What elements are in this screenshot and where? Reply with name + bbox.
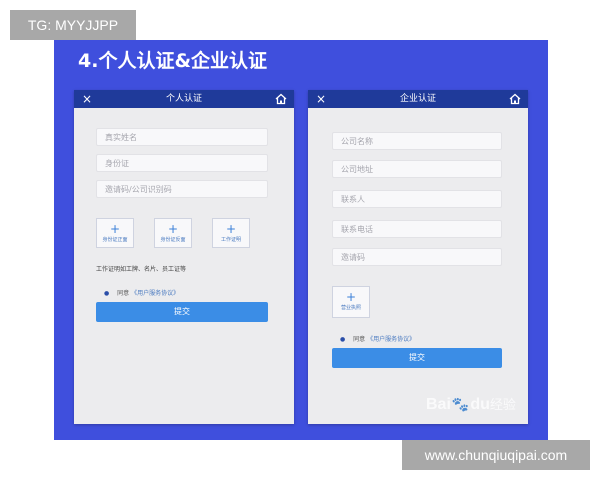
baidu-jingyan-text: 经验 [489, 397, 516, 412]
upload-id-back-button[interactable]: + 身份证反面 [154, 218, 192, 248]
paw-icon: 🐾 [451, 396, 470, 412]
home-icon[interactable] [275, 93, 287, 105]
slide-title: 4.个人认证&企业认证 [78, 50, 268, 72]
upload-caption: 营业执照 [340, 305, 361, 311]
agreement-link[interactable]: 《用户服务协议》 [131, 290, 179, 297]
contact-person-input[interactable]: 联系人 [332, 190, 502, 208]
real-name-input[interactable]: 真实姓名 [96, 128, 268, 146]
plus-icon: + [345, 290, 357, 304]
close-icon[interactable]: × [82, 90, 92, 108]
invite-code-input[interactable]: 邀请码 [332, 248, 502, 266]
tg-watermark-badge: TG: MYYJJPP [10, 10, 136, 40]
upload-business-license-button[interactable]: + 营业执照 [332, 286, 370, 318]
enterprise-verification-screen: × 企业认证 公司名称 公司地址 联系人 联系电话 邀请码 + 营业执照 ● 同… [308, 90, 528, 424]
baidu-jingyan-watermark: Bai🐾du经验 [426, 394, 516, 414]
baidu-du-text: du [470, 396, 490, 413]
agreement-row[interactable]: ● 同意 《用户服务协议》 [340, 334, 415, 343]
company-name-input[interactable]: 公司名称 [332, 132, 502, 150]
screenshot-stage: TG: MYYJJPP 4.个人认证&企业认证 × 个人认证 真实姓名 身份证 … [0, 0, 600, 480]
invite-code-input[interactable]: 邀请码/公司识别码 [96, 180, 268, 198]
baidu-bai-text: Bai [426, 396, 451, 413]
agreement-link[interactable]: 《用户服务协议》 [367, 336, 415, 343]
close-icon[interactable]: × [316, 90, 326, 108]
plus-icon: + [167, 222, 179, 236]
agree-prefix: 同意 [117, 290, 130, 297]
upload-caption: 身份证反面 [160, 237, 186, 243]
home-icon[interactable] [509, 93, 521, 105]
agreement-row[interactable]: ● 同意 《用户服务协议》 [104, 288, 179, 297]
url-watermark-badge: www.chunqiuqipai.com [402, 440, 590, 470]
personal-header: × 个人认证 [74, 90, 294, 108]
contact-phone-input[interactable]: 联系电话 [332, 220, 502, 238]
agree-prefix: 同意 [353, 336, 366, 343]
upload-work-proof-button[interactable]: + 工作证明 [212, 218, 250, 248]
work-proof-hint: 工作证明如工牌、名片、员工证等 [96, 266, 187, 273]
presentation-slide: 4.个人认证&企业认证 × 个人认证 真实姓名 身份证 邀请码/公司识别码 + … [54, 40, 548, 440]
plus-icon: + [109, 222, 121, 236]
plus-icon: + [225, 222, 237, 236]
enterprise-submit-button[interactable]: 提交 [332, 348, 502, 368]
id-card-input[interactable]: 身份证 [96, 154, 268, 172]
upload-caption: 身份证正面 [102, 237, 128, 243]
radio-dot-icon[interactable]: ● [340, 336, 345, 343]
upload-id-front-button[interactable]: + 身份证正面 [96, 218, 134, 248]
personal-submit-button[interactable]: 提交 [96, 302, 268, 322]
personal-header-title: 个人认证 [165, 94, 202, 104]
personal-verification-screen: × 个人认证 真实姓名 身份证 邀请码/公司识别码 + 身份证正面 + 身份证反… [74, 90, 294, 424]
radio-dot-icon[interactable]: ● [104, 290, 109, 297]
company-address-input[interactable]: 公司地址 [332, 160, 502, 178]
upload-caption: 工作证明 [220, 237, 241, 243]
enterprise-header-title: 企业认证 [399, 94, 436, 104]
enterprise-header: × 企业认证 [308, 90, 528, 108]
